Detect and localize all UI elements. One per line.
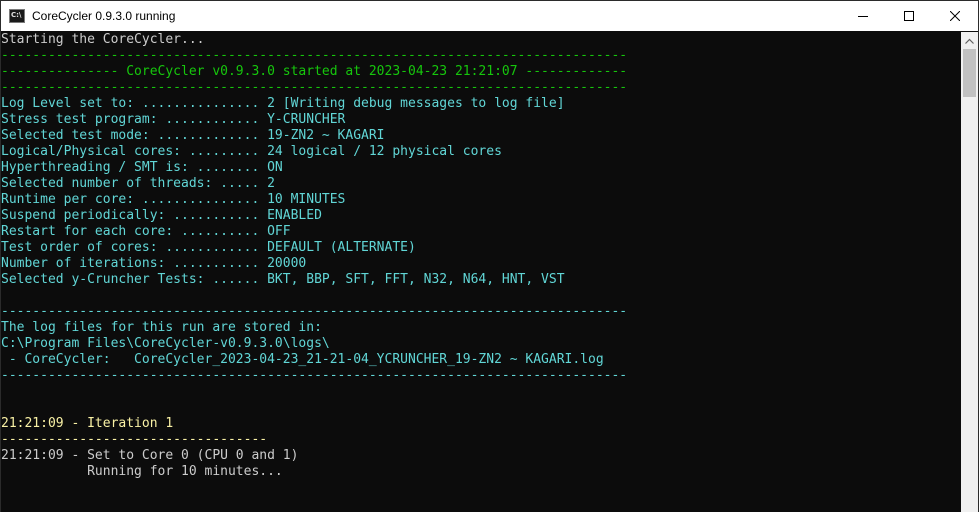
- chevron-up-icon: [965, 38, 974, 44]
- console-line: Stress test program: ............ Y-CRUN…: [1, 112, 346, 127]
- console-line: ----------------------------------------…: [1, 80, 628, 95]
- console-line: C:\Program Files\CoreCycler-v0.9.3.0\log…: [1, 336, 330, 351]
- console-line: ----------------------------------: [1, 432, 268, 447]
- title-bar[interactable]: CoreCycler 0.9.3.0 running: [1, 1, 978, 31]
- vertical-scrollbar[interactable]: [961, 32, 978, 512]
- console-line: Log Level set to: ............... 2 [Wri…: [1, 96, 565, 111]
- scroll-up-button[interactable]: [961, 32, 978, 49]
- minimize-icon: [858, 16, 868, 17]
- console-line: - CoreCycler: CoreCycler_2023-04-23_21-2…: [1, 352, 604, 367]
- console-line: Selected y-Cruncher Tests: ...... BKT, B…: [1, 272, 565, 287]
- console-line: ----------------------------------------…: [1, 48, 628, 63]
- console-line: Logical/Physical cores: ......... 24 log…: [1, 144, 502, 159]
- console-line: Number of iterations: ........... 20000: [1, 256, 307, 271]
- console-line: --------------- CoreCycler v0.9.3.0 star…: [1, 64, 628, 79]
- console-line: ----------------------------------------…: [1, 368, 628, 383]
- console-line: Hyperthreading / SMT is: ........ ON: [1, 160, 283, 175]
- console-output[interactable]: Starting the CoreCycler... --------------…: [1, 32, 961, 512]
- console-window: CoreCycler 0.9.3.0 running Starting the …: [0, 0, 979, 512]
- close-button[interactable]: [932, 1, 978, 31]
- minimize-button[interactable]: [840, 1, 886, 31]
- console-line: Running for 10 minutes...: [1, 464, 283, 479]
- console-line: Restart for each core: .......... OFF: [1, 224, 291, 239]
- console-line: Suspend periodically: ........... ENABLE…: [1, 208, 322, 223]
- maximize-icon: [904, 11, 914, 21]
- console-line: 21:21:09 - Iteration 1: [1, 416, 174, 431]
- window-title: CoreCycler 0.9.3.0 running: [32, 9, 176, 23]
- console-line: Selected number of threads: ..... 2: [1, 176, 275, 191]
- console-line: ----------------------------------------…: [1, 304, 628, 319]
- console-line: The log files for this run are stored in…: [1, 320, 322, 335]
- console-icon: [9, 9, 25, 23]
- console-line: Runtime per core: ............... 10 MIN…: [1, 192, 346, 207]
- console-line: Test order of cores: ............ DEFAUL…: [1, 240, 416, 255]
- console-line: Starting the CoreCycler...: [1, 32, 205, 47]
- window-controls: [840, 1, 978, 31]
- console-line: Selected test mode: ............. 19-ZN2…: [1, 128, 385, 143]
- maximize-button[interactable]: [886, 1, 932, 31]
- scrollbar-thumb[interactable]: [963, 49, 976, 97]
- console-line: 21:21:09 - Set to Core 0 (CPU 0 and 1): [1, 448, 299, 463]
- close-icon: [950, 11, 960, 21]
